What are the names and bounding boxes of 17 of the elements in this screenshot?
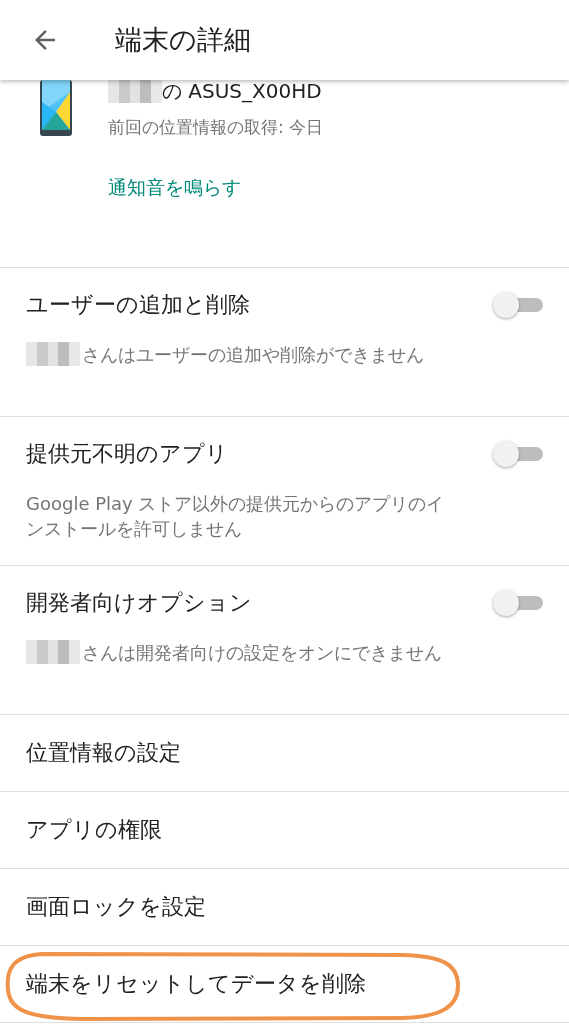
setting-description: さんはユーザーの追加や削除ができません — [82, 344, 424, 365]
toggle-switch[interactable] — [493, 440, 543, 468]
setting-item[interactable]: 位置情報の設定 — [26, 738, 181, 768]
play-sound-link[interactable]: 通知音を鳴らす — [108, 175, 241, 201]
last-location-text: 前回の位置情報の取得: 今日 — [108, 116, 324, 139]
setting-description: Google Play ストア以外の提供元からのアプリのインストールを許可しません — [26, 493, 445, 539]
setting-item[interactable]: アプリの権限 — [26, 815, 162, 845]
setting-item[interactable]: 画面ロックを設定 — [26, 892, 206, 922]
page-title: 端末の詳細 — [115, 23, 251, 57]
phone-icon — [40, 80, 72, 136]
toggle-switch[interactable] — [493, 589, 543, 617]
toggle-switch[interactable] — [493, 291, 543, 319]
setting-title: 開発者向けオプション — [26, 589, 252, 617]
device-name: の ASUS_X00HD — [162, 77, 322, 105]
setting-title: 提供元不明のアプリ — [26, 440, 228, 468]
setting-description: さんは開発者向けの設定をオンにできません — [82, 642, 442, 663]
setting-title: ユーザーの追加と削除 — [26, 291, 250, 319]
